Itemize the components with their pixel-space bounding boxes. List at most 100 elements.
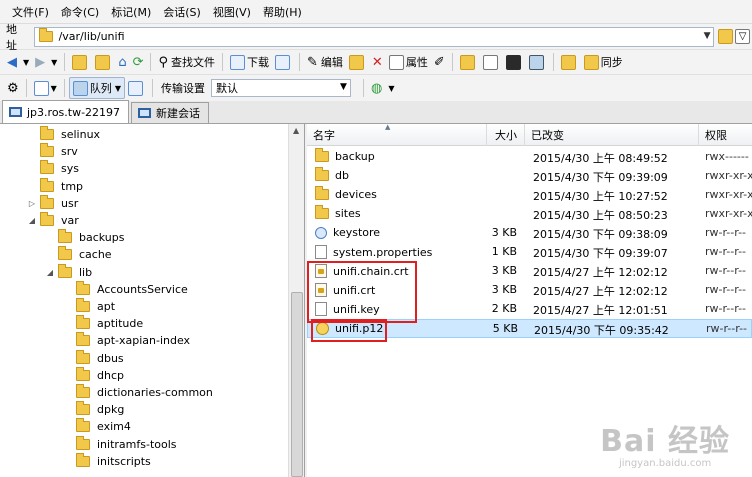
tree-item[interactable]: tmp: [40, 177, 84, 195]
column-size[interactable]: 大小: [487, 124, 525, 146]
chevron-down-icon[interactable]: ▼: [385, 77, 397, 99]
column-name[interactable]: 名字 ▲: [307, 124, 487, 146]
filter-icon[interactable]: ▽: [735, 29, 750, 44]
collapse-icon[interactable]: ◢: [46, 268, 54, 277]
file-row[interactable]: keystore 3 KB 2015/4/30 下午 09:38:09 rw-r--r…: [307, 224, 752, 243]
column-modified[interactable]: 已改变: [525, 124, 699, 146]
tree-item[interactable]: initramfs-tools: [76, 435, 177, 453]
tab-session[interactable]: jp3.ros.tw-22197: [2, 100, 130, 123]
tab-new-session[interactable]: 新建会话: [131, 102, 210, 123]
putty-button[interactable]: [526, 51, 549, 73]
new-folder-button[interactable]: [457, 51, 480, 73]
refresh-icon[interactable]: ⟳: [130, 51, 147, 73]
folder-icon: [40, 160, 54, 175]
folder-icon: [76, 280, 90, 295]
compare-dirs-button[interactable]: [558, 51, 581, 73]
back-icon[interactable]: ◀: [4, 51, 20, 73]
menu-commands[interactable]: 命令(C): [55, 4, 105, 20]
tree-item-label: apt: [97, 300, 116, 313]
toolbar-separator: [151, 79, 153, 97]
file-row[interactable]: system.properties 1 KB 2015/4/30 下午 09:39:…: [307, 243, 752, 262]
folder-icon: [40, 212, 54, 226]
tree-item[interactable]: dhcp: [76, 366, 124, 384]
open-button[interactable]: [346, 51, 369, 73]
tree-item[interactable]: ▷ usr: [29, 194, 78, 212]
edit-button[interactable]: ✎ 编辑: [304, 51, 346, 73]
preferences-icon[interactable]: ⚙: [4, 77, 22, 99]
tree-item-label: dictionaries-common: [97, 386, 213, 399]
chevron-down-icon[interactable]: ▼: [20, 51, 32, 73]
file-icon: [315, 245, 327, 259]
file-size: 3 KB: [491, 283, 517, 296]
tree-item[interactable]: backups: [58, 229, 125, 246]
tree-item[interactable]: ◢ var: [29, 212, 79, 229]
tree-item[interactable]: initscripts: [76, 452, 151, 470]
tree-item[interactable]: selinux: [40, 126, 100, 143]
upload-button[interactable]: [272, 51, 295, 73]
parent-folder-icon: [72, 54, 88, 70]
rename-icon[interactable]: ✐: [431, 51, 448, 73]
tree-item[interactable]: exim4: [76, 418, 131, 435]
home-icon[interactable]: ⌂: [115, 51, 129, 73]
file-row[interactable]: backup 2015/4/30 上午 08:49:52 rwx------: [307, 148, 752, 167]
forward-icon[interactable]: ▶: [32, 51, 48, 73]
chevron-down-icon: ▼: [50, 83, 57, 93]
sync-icon: [583, 54, 599, 70]
menu-session[interactable]: 会话(S): [157, 4, 207, 20]
transfer-settings-select[interactable]: 默认 ▼: [210, 79, 351, 97]
tree-item[interactable]: ◢ lib: [47, 263, 92, 281]
collapse-icon[interactable]: ◢: [28, 216, 36, 225]
folder-icon: [76, 315, 90, 330]
folder-go-icon[interactable]: [718, 29, 734, 44]
delete-icon[interactable]: ✕: [369, 51, 386, 73]
scroll-up-icon[interactable]: ▲: [293, 126, 299, 135]
new-file-icon: [482, 54, 498, 70]
folder-icon: [315, 205, 329, 219]
tree-scrollbar[interactable]: ▲: [288, 124, 304, 477]
column-permissions[interactable]: 权限: [699, 124, 752, 146]
expand-icon[interactable]: ▷: [28, 199, 36, 208]
chevron-down-icon[interactable]: ▼: [704, 31, 711, 41]
file-name-cell: system.properties: [315, 245, 432, 259]
menu-mark[interactable]: 标记(M): [105, 4, 157, 20]
tree-item[interactable]: dbus: [76, 349, 124, 367]
find-files-button[interactable]: ⚲ 查找文件: [155, 51, 218, 73]
address-input[interactable]: /var/lib/unifi ▼: [33, 26, 715, 47]
file-row[interactable]: sites 2015/4/30 上午 08:50:23 rwxr-xr-x: [307, 205, 752, 224]
tree-item[interactable]: cache: [58, 246, 112, 263]
folder-icon: [315, 167, 329, 181]
parent-folder-button[interactable]: [69, 51, 92, 73]
download-button[interactable]: 下载: [227, 51, 272, 73]
tree-item[interactable]: AccountsService: [76, 280, 188, 298]
terminal-button[interactable]: [503, 51, 526, 73]
file-row[interactable]: db 2015/4/30 下午 09:39:09 rwxr-xr-x: [307, 167, 752, 186]
properties-button[interactable]: 属性: [386, 51, 431, 73]
sync-button[interactable]: 同步: [581, 51, 626, 73]
tree-item[interactable]: apt-xapian-index: [76, 332, 190, 349]
tree-item-label: tmp: [61, 179, 84, 193]
menu-view[interactable]: 视图(V): [207, 4, 257, 20]
folder-icon: [38, 28, 53, 42]
tree-item[interactable]: aptitude: [76, 315, 143, 332]
open-folder-icon: [348, 54, 364, 70]
file-permissions: rw-r--r--: [705, 226, 747, 239]
globe-icon[interactable]: ◍: [368, 77, 385, 99]
column-modified-label: 已改变: [531, 129, 564, 142]
file-name-cell: keystore: [315, 226, 380, 239]
queue-options-button[interactable]: [125, 77, 148, 99]
root-folder-button[interactable]: [92, 51, 115, 73]
scrollbar-thumb[interactable]: [291, 292, 303, 477]
file-row[interactable]: devices 2015/4/30 上午 10:27:52 rwxr-xr-x: [307, 186, 752, 205]
tree-item[interactable]: dictionaries-common: [76, 384, 213, 401]
menu-help[interactable]: 帮助(H): [257, 4, 308, 20]
tree-item[interactable]: srv: [40, 143, 78, 160]
queue-button[interactable]: 队列 ▼: [68, 77, 125, 99]
view-mode-button[interactable]: ▼: [31, 77, 60, 99]
tree-item[interactable]: apt: [76, 298, 115, 315]
tree-item[interactable]: dpkg: [76, 401, 124, 418]
chevron-down-icon[interactable]: ▼: [48, 51, 60, 73]
tree-item[interactable]: sys: [40, 160, 79, 177]
menu-file[interactable]: 文件(F): [6, 4, 55, 20]
new-file-button[interactable]: [480, 51, 503, 73]
column-size-label: 大小: [495, 129, 517, 142]
